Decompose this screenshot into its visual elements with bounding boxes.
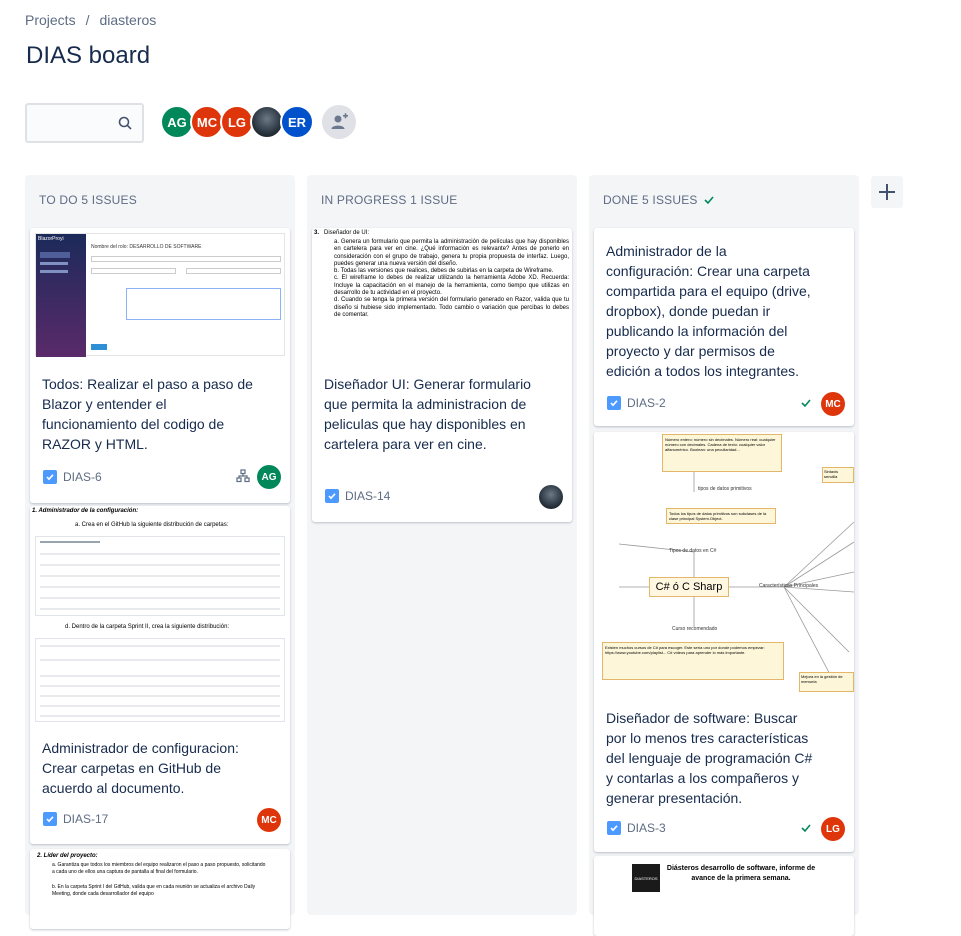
card-summary: Diseñador de software: Buscar por lo men… — [606, 710, 813, 806]
plus-icon — [879, 184, 895, 200]
avatar-ag[interactable]: AG — [160, 105, 194, 139]
column-header-in-progress: IN PROGRESS 1 ISSUE — [321, 193, 458, 207]
issue-card-dias-14[interactable]: 3. Diseñador de UI: a. Genera un formula… — [312, 228, 572, 522]
card-summary: Administrador de configuracion: Crear ca… — [42, 740, 239, 796]
card-attachment-document: 1. Administrador de la configuración: a.… — [30, 506, 290, 724]
mindmap-center: C# ó C Sharp — [649, 577, 729, 597]
avatar-er[interactable]: ER — [280, 105, 314, 139]
assignee-avatar[interactable]: MC — [821, 392, 845, 416]
add-column-button[interactable] — [871, 176, 903, 208]
card-summary: Administrador de la configuración: Crear… — [606, 243, 811, 379]
diasteros-logo: DIASTEROS — [632, 864, 660, 892]
issue-card-dias-3[interactable]: Número entero: número sin decimales. Núm… — [594, 432, 854, 852]
card-summary: Todos: Realizar el paso a paso de Blazor… — [42, 376, 253, 452]
search-input[interactable] — [25, 103, 144, 143]
assignee-avatar[interactable] — [539, 485, 563, 509]
column-header-todo: TO DO 5 ISSUES — [39, 193, 137, 207]
issue-card-dias-17[interactable]: 1. Administrador de la configuración: a.… — [30, 506, 290, 844]
page-title: DIAS board — [26, 42, 151, 69]
issue-card-partial-done[interactable]: DIASTEROS Diásteros desarrollo de softwa… — [594, 856, 854, 936]
assignee-avatar[interactable]: MC — [257, 808, 281, 832]
card-footer: DIAS-6 — [43, 470, 102, 484]
card-attachment-screenshot: BlazorProyi Nombre del rolo: DESARROLLO … — [30, 228, 290, 358]
card-attachment-mindmap: Número entero: número sin decimales. Núm… — [594, 432, 854, 697]
column-header-done: DONE 5 ISSUES — [603, 193, 716, 207]
subtasks-icon — [236, 469, 250, 483]
card-footer: DIAS-2 — [607, 396, 666, 410]
done-check-icon — [704, 196, 714, 205]
issue-card-dias-6[interactable]: BlazorProyi Nombre del rolo: DESARROLLO … — [30, 228, 290, 503]
mindmap-note-course: Existen muchos cursos de C# para escoger… — [602, 642, 784, 680]
issue-key[interactable]: DIAS-17 — [63, 812, 108, 826]
breadcrumb-projects-link[interactable]: Projects — [25, 12, 76, 28]
issue-key[interactable]: DIAS-3 — [627, 821, 666, 835]
add-people-button[interactable] — [322, 105, 356, 139]
issue-key[interactable]: DIAS-14 — [345, 489, 390, 503]
issue-key[interactable]: DIAS-6 — [63, 470, 102, 484]
mindmap-note-top: Número entero: número sin decimales. Núm… — [662, 434, 782, 472]
card-footer: DIAS-14 — [325, 489, 390, 503]
add-person-icon — [331, 113, 348, 129]
column-todo: TO DO 5 ISSUES BlazorProyi Nombre del ro… — [25, 175, 295, 929]
search-icon — [118, 116, 132, 130]
card-summary: Diseñador UI: Generar formulario que per… — [324, 376, 531, 452]
task-checkbox-icon — [43, 470, 57, 484]
column-in-progress: IN PROGRESS 1 ISSUE 3. Diseñador de UI: … — [307, 175, 577, 915]
resolved-check-icon — [801, 824, 811, 833]
avatar-lg[interactable]: LG — [220, 105, 254, 139]
card-footer: DIAS-3 — [607, 821, 666, 835]
breadcrumb: Projects / diasteros — [25, 12, 156, 28]
task-checkbox-icon — [607, 821, 621, 835]
mindmap-note-memoria: Mejora en la gestión de memoria — [799, 672, 854, 692]
column-done: DONE 5 ISSUES Administrador de la config… — [589, 175, 859, 936]
issue-card-partial[interactable]: 2. Líder del proyecto: a. Garantiza que … — [30, 849, 290, 929]
task-checkbox-icon — [607, 396, 621, 410]
resolved-check-icon — [801, 399, 811, 408]
assignee-avatar[interactable]: AG — [257, 465, 281, 489]
breadcrumb-separator: / — [85, 12, 90, 28]
mindmap-note-sintaxis: Sintaxis sencilla — [822, 467, 854, 483]
assignee-avatar[interactable]: LG — [821, 817, 845, 841]
task-checkbox-icon — [325, 489, 339, 503]
card-footer-dias17: DIAS-17 — [43, 812, 108, 826]
avatar-mc[interactable]: MC — [190, 105, 224, 139]
breadcrumb-project-link[interactable]: diasteros — [99, 12, 156, 28]
avatar-photo[interactable] — [250, 105, 284, 139]
mindmap-note-system: Todos los tipos de datos primitivos son … — [666, 508, 776, 524]
card-attachment-document: 3. Diseñador de UI: a. Genera un formula… — [314, 230, 569, 318]
issue-card-dias-2[interactable]: Administrador de la configuración: Crear… — [594, 228, 854, 426]
task-checkbox-icon — [43, 812, 57, 826]
issue-key[interactable]: DIAS-2 — [627, 396, 666, 410]
avatar-group: AG MC LG ER — [160, 105, 356, 139]
